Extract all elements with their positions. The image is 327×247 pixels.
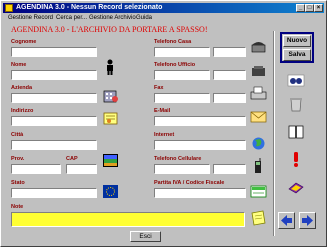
label-tel-ufficio: Telefono Ufficio: [154, 62, 196, 68]
arrow-left-icon: [281, 215, 292, 226]
stato-input[interactable]: [11, 188, 97, 198]
cognome-input[interactable]: [11, 47, 97, 57]
maximize-button[interactable]: □: [305, 4, 314, 12]
label-nome: Nome: [11, 62, 27, 68]
next-record-button[interactable]: [299, 212, 316, 229]
nuovo-button[interactable]: Nuovo: [283, 35, 311, 47]
label-piva: Partita IVA / Codice Fiscale: [154, 180, 225, 186]
phone-icon: [251, 42, 266, 53]
menu-bar: Gestione Record Cerca per... Gestione Ar…: [3, 14, 324, 23]
search-binoculars-icon[interactable]: [286, 72, 306, 88]
title-bar: AGENDINA 3.0 - Nessun Record selezionato…: [3, 3, 324, 13]
label-note: Note: [11, 204, 24, 210]
cellulare-number-input[interactable]: [213, 164, 246, 174]
fax-icon: [250, 86, 267, 100]
eu-flag-icon: [103, 185, 118, 198]
close-button[interactable]: ×: [314, 4, 323, 12]
note-pad-icon: [251, 210, 266, 226]
cap-input[interactable]: [66, 164, 97, 174]
flag-icon: [103, 154, 118, 167]
prev-record-button[interactable]: [278, 212, 295, 229]
app-window: AGENDINA 3.0 - Nessun Record selezionato…: [0, 0, 327, 247]
label-stato: Stato: [11, 180, 25, 186]
citta-input[interactable]: [11, 140, 97, 150]
book-icon[interactable]: [286, 124, 306, 140]
esci-button[interactable]: Esci: [130, 231, 161, 242]
label-tel-casa: Telefono Casa: [154, 39, 192, 45]
letter-icon: [103, 112, 118, 125]
nome-input[interactable]: [11, 70, 97, 80]
invoice-icon: [250, 185, 267, 198]
label-prov: Prov.: [11, 156, 25, 162]
menu-cerca-per[interactable]: Cerca per...: [56, 15, 87, 21]
label-internet: Internet: [154, 132, 175, 138]
piva-input[interactable]: [154, 188, 246, 198]
cellulare-prefix-input[interactable]: [154, 164, 210, 174]
building-icon: [103, 90, 118, 103]
person-icon: [107, 59, 113, 75]
purple-book-icon[interactable]: [286, 179, 306, 195]
separator-highlight: [274, 31, 275, 236]
tel-casa-number-input[interactable]: [213, 47, 246, 57]
internet-globe-icon: [252, 137, 265, 150]
menu-guida[interactable]: Guida: [136, 15, 152, 21]
salva-button[interactable]: Salva: [283, 49, 311, 61]
note-input[interactable]: [11, 212, 245, 227]
prov-input[interactable]: [11, 164, 61, 174]
azienda-input[interactable]: [11, 93, 97, 103]
tel-ufficio-number-input[interactable]: [213, 70, 246, 80]
label-cap: CAP: [66, 156, 78, 162]
window-title: AGENDINA 3.0 - Nessun Record selezionato: [16, 4, 163, 11]
app-icon: [5, 4, 13, 12]
cellphone-icon: [255, 158, 261, 173]
banner-title: AGENDINA 3.0 - L'ARCHIVIO DA PORTARE A S…: [11, 25, 208, 34]
telephone-icon: [252, 66, 265, 76]
tel-ufficio-prefix-input[interactable]: [154, 70, 210, 80]
label-tel-cellulare: Telefono Cellulare: [154, 156, 202, 162]
label-fax: Fax: [154, 85, 164, 91]
menu-gestione-archivio[interactable]: Gestione Archivio: [89, 15, 136, 21]
internet-input[interactable]: [154, 140, 246, 150]
arrow-right-icon: [302, 215, 313, 226]
label-azienda: Azienda: [11, 85, 33, 91]
minimize-button[interactable]: _: [296, 4, 305, 12]
tel-casa-prefix-input[interactable]: [154, 47, 210, 57]
label-email: E-Mail: [154, 108, 171, 114]
fax-number-input[interactable]: [213, 93, 246, 103]
label-indirizzo: Indirizzo: [11, 108, 34, 114]
indirizzo-input[interactable]: [11, 116, 97, 126]
action-button-group: Nuovo Salva: [280, 32, 314, 63]
label-citta: Città: [11, 132, 24, 138]
label-cognome: Cognome: [11, 39, 37, 45]
email-input[interactable]: [154, 116, 246, 126]
exclamation-icon[interactable]: [286, 151, 306, 167]
fax-prefix-input[interactable]: [154, 93, 210, 103]
trash-icon[interactable]: [286, 96, 306, 112]
menu-gestione-record[interactable]: Gestione Record: [8, 15, 53, 21]
email-envelope-icon: [250, 111, 267, 123]
